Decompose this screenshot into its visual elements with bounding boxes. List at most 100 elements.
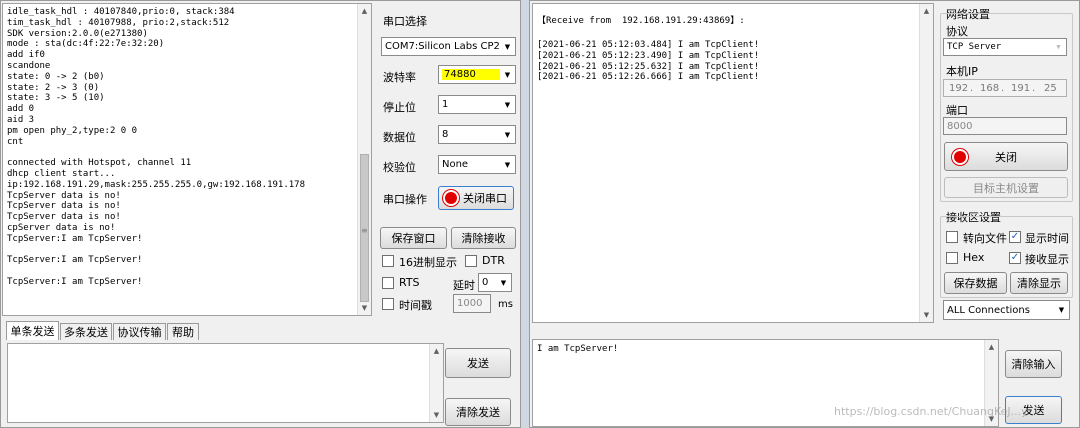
chevron-down-icon[interactable]: ▼: [496, 274, 511, 291]
scroll-down-icon[interactable]: ▼: [358, 301, 371, 315]
scroll-up-icon[interactable]: ▲: [985, 340, 998, 354]
receive-scrollbar[interactable]: ▲ ≡ ▼: [357, 4, 371, 315]
chevron-down-icon[interactable]: ▼: [1051, 39, 1066, 55]
scroll-up-icon[interactable]: ▲: [920, 4, 933, 18]
dtr-label: DTR: [482, 254, 505, 267]
timestamp-checkbox[interactable]: [382, 298, 394, 310]
chevron-down-icon[interactable]: ▼: [500, 126, 515, 143]
ip-dot: .: [1032, 82, 1036, 94]
red-indicator-icon: [445, 192, 457, 204]
tab-multi-send[interactable]: 多条发送: [60, 323, 112, 340]
red-indicator-icon: [954, 151, 966, 163]
send-button[interactable]: 发送: [445, 348, 511, 378]
receive-line: pm open phy_2,type:2 0 0: [7, 125, 138, 136]
ip-dot: .: [970, 82, 974, 94]
chevron-down-icon[interactable]: ▼: [500, 66, 515, 83]
chevron-down-icon[interactable]: ▼: [500, 38, 515, 55]
to-file-checkbox[interactable]: [946, 231, 958, 243]
close-connection-button[interactable]: 关闭: [944, 142, 1068, 171]
connections-value: ALL Connections: [947, 304, 1030, 316]
data-bits-select[interactable]: 8 ▼: [438, 125, 516, 144]
connections-select[interactable]: ALL Connections ▼: [943, 300, 1070, 320]
parity-select[interactable]: None ▼: [438, 155, 516, 174]
scroll-up-icon[interactable]: ▲: [430, 344, 443, 358]
scroll-down-icon[interactable]: ▼: [920, 308, 933, 322]
save-data-button[interactable]: 保存数据: [944, 272, 1007, 294]
target-host-button[interactable]: 目标主机设置: [944, 177, 1068, 198]
chevron-down-icon[interactable]: ▼: [500, 96, 515, 113]
receive-line: [2021-06-21 05:12:03.484] I am TcpClient…: [537, 40, 760, 50]
close-port-button[interactable]: 关闭串口: [438, 186, 514, 210]
dtr-checkbox[interactable]: [465, 255, 477, 267]
clear-input-label: 清除输入: [1011, 358, 1056, 371]
receive-line: [7, 245, 305, 256]
receive-line: mode : sta(dc:4f:22:7e:32:20): [7, 39, 165, 50]
receive-line: TcpServer data is no!: [7, 190, 121, 201]
chevron-down-icon[interactable]: ▼: [500, 156, 515, 173]
stop-bits-label: 停止位: [383, 101, 416, 114]
receive-line: ip:192.168.191.29,mask:255.255.255.0,gw:…: [7, 179, 306, 190]
receive-line: [7, 266, 305, 277]
baud-value: 74880: [442, 69, 502, 80]
port-operation-label: 串口操作: [383, 193, 427, 206]
local-ip-label: 本机IP: [946, 65, 978, 78]
tab-label: 帮助: [172, 326, 194, 339]
delay-value: 0: [482, 277, 489, 288]
send-scrollbar[interactable]: ▲ ▼: [429, 344, 443, 422]
baud-select[interactable]: 74880 ▼: [438, 65, 516, 84]
serial-assistant-window: idle_task_hdl : 40107840,prio:0, stack:3…: [0, 0, 521, 428]
tab-label: 单条发送: [10, 325, 55, 338]
clear-receive-label: 清除接收: [461, 232, 506, 245]
save-window-button[interactable]: 保存窗口: [380, 227, 447, 249]
ms-label: ms: [498, 299, 513, 310]
port-select[interactable]: COM7:Silicon Labs CP210 ▼: [381, 37, 516, 56]
tab-label: 协议传输: [117, 326, 162, 339]
protocol-select[interactable]: TCP Server ▼: [943, 38, 1067, 56]
network-receive-text: [2021-06-21 05:12:03.484] I am TcpClient…: [537, 40, 759, 83]
data-bits-value: 8: [442, 129, 449, 140]
rts-checkbox[interactable]: [382, 277, 394, 289]
scroll-down-icon[interactable]: ▼: [430, 408, 443, 422]
receive-line: idle_task_hdl : 40107840,prio:0, stack:3…: [7, 7, 235, 17]
show-time-checkbox[interactable]: ✓: [1009, 231, 1021, 243]
scroll-up-icon[interactable]: ▲: [358, 4, 371, 18]
timestamp-input[interactable]: 1000: [453, 294, 491, 313]
clear-send-button[interactable]: 清除发送: [445, 398, 511, 426]
clear-receive-button[interactable]: 清除接收: [451, 227, 516, 249]
ip-octet-4: 25: [1044, 82, 1057, 94]
serial-receive-area[interactable]: idle_task_hdl : 40107840,prio:0, stack:3…: [2, 3, 372, 316]
baud-label: 波特率: [383, 71, 416, 84]
receive-line: [2021-06-21 05:12:23.490] I am TcpClient…: [537, 50, 760, 61]
clear-show-label: 清除显示: [1017, 277, 1061, 290]
network-receive-area[interactable]: 【Receive from 192.168.191.29:43869】: [20…: [532, 3, 934, 323]
chevron-down-icon[interactable]: ▼: [1054, 301, 1069, 318]
recv-show-label: 接收显示: [1025, 253, 1069, 266]
receive-line: state: 0 -> 2 (b0): [7, 71, 105, 82]
ip-octet-1: 192: [949, 82, 969, 94]
network-receive-header: 【Receive from 192.168.191.29:43869】:: [537, 16, 745, 26]
save-window-label: 保存窗口: [391, 232, 436, 245]
port-input[interactable]: 8000: [943, 117, 1067, 135]
receive-line: TcpServer:I am TcpServer!: [7, 276, 143, 287]
network-receive-scrollbar[interactable]: ▲ ▼: [919, 4, 933, 322]
data-bits-label: 数据位: [383, 131, 416, 144]
tab-protocol[interactable]: 协议传输: [113, 323, 166, 340]
receive-line: state: 2 -> 3 (0): [7, 82, 100, 93]
send-label: 发送: [467, 357, 489, 370]
hex-checkbox[interactable]: [946, 252, 958, 264]
stop-bits-value: 1: [442, 99, 449, 110]
delay-select[interactable]: 0 ▼: [478, 273, 512, 292]
hex-display-checkbox[interactable]: [382, 255, 394, 267]
receive-line: tim_task_hdl : 40107988, prio:2,stack:51…: [7, 17, 230, 28]
receive-line: scandone: [7, 60, 51, 71]
timestamp-label: 时间戳: [399, 299, 432, 312]
serial-send-input[interactable]: ▲ ▼: [7, 343, 444, 423]
port-label: 端口: [946, 104, 968, 117]
clear-input-button[interactable]: 清除输入: [1005, 350, 1062, 378]
receive-line: add 0: [7, 104, 35, 115]
tab-single-send[interactable]: 单条发送: [6, 321, 59, 340]
recv-show-checkbox[interactable]: ✓: [1009, 252, 1021, 264]
tab-help[interactable]: 帮助: [167, 323, 199, 340]
stop-bits-select[interactable]: 1 ▼: [438, 95, 516, 114]
clear-show-button[interactable]: 清除显示: [1010, 272, 1068, 294]
